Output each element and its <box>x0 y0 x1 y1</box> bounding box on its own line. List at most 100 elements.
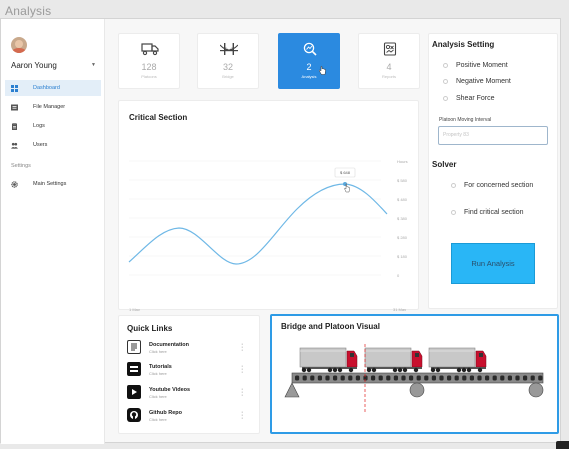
truck-window <box>479 353 483 357</box>
quick-link-title: Documentation <box>149 342 190 348</box>
deck-segment <box>424 375 429 381</box>
y-tick-label: 0 <box>397 273 400 278</box>
radio-button[interactable] <box>443 79 448 84</box>
stat-card-platoons[interactable]: 128 Platoons <box>118 33 180 89</box>
critical-section-chart: Hours $ 580 $ 480 $ 380 $ 280 $ 180 0 1 May 31 M… <box>128 159 408 311</box>
quick-link-youtube[interactable]: Youtube Videos Click here · · · <box>127 385 257 405</box>
y-tick-label: $ 380 <box>397 216 408 221</box>
deck-segment <box>317 375 322 381</box>
truck-wheel <box>366 367 372 373</box>
deck-segment <box>462 375 467 381</box>
deck-segment <box>348 375 353 381</box>
stat-label: Analysis <box>301 74 317 79</box>
radio-button[interactable] <box>451 210 456 215</box>
stat-value: 128 <box>141 62 157 72</box>
deck-segment <box>302 375 307 381</box>
sidebar-item-dashboard[interactable]: Dashboard <box>5 80 101 96</box>
y-tick-label: $ 280 <box>397 235 408 240</box>
quick-link-tutorials[interactable]: Tutorials Click here · · · <box>127 362 257 382</box>
stat-card-analysis[interactable]: 2 Analysis <box>278 33 340 89</box>
stat-value: 4 <box>386 62 392 72</box>
radio-button[interactable] <box>451 183 456 188</box>
sidebar-item-users[interactable]: Users <box>5 137 101 153</box>
users-icon <box>11 142 18 149</box>
dashboard-icon <box>11 84 18 92</box>
kebab-menu-icon[interactable]: · · · <box>241 386 243 399</box>
option-label: Negative Moment <box>456 78 511 85</box>
truck-wheel <box>402 367 408 373</box>
quick-link-subtitle: Click here <box>149 417 167 422</box>
stat-label: Platoons <box>141 74 157 79</box>
pin-support <box>284 382 300 398</box>
critical-section-card: Critical Section Hours $ 580 $ 480 $ 380 $ 2… <box>118 100 419 311</box>
resize-handle[interactable] <box>556 441 569 449</box>
interval-input[interactable]: Property 83 <box>438 126 548 145</box>
sidebar-item-main-settings[interactable]: Main Settings <box>5 176 101 192</box>
quick-link-documentation[interactable]: Documentation Click here · · · <box>127 340 257 360</box>
truck-wheel <box>466 367 472 373</box>
radio-button[interactable] <box>443 63 448 68</box>
truck-wheel <box>435 367 441 373</box>
truck-wheel <box>332 367 338 373</box>
user-name[interactable]: Aaron Young <box>11 61 57 70</box>
sidebar-item-file-manager[interactable]: File Manager <box>5 99 101 115</box>
chevron-down-icon[interactable]: ▼ <box>91 62 96 68</box>
gear-icon <box>11 180 18 188</box>
option-shear-force[interactable]: Shear Force <box>443 95 495 102</box>
deck-segment <box>439 375 444 381</box>
bridge-platoon-diagram <box>284 344 544 412</box>
kebab-menu-icon[interactable]: · · · <box>241 341 243 354</box>
logs-icon <box>11 122 18 130</box>
stat-label: Bridge <box>222 74 234 79</box>
y-tick-label: $ 480 <box>397 197 408 202</box>
option-label: For concerned section <box>464 182 534 189</box>
quick-link-title: Youtube Videos <box>149 387 191 393</box>
truck-wheel <box>413 367 419 373</box>
deck-segment <box>333 375 338 381</box>
interval-label: Platoon Moving Interval <box>439 117 492 123</box>
deck-segment <box>310 375 315 381</box>
kebab-menu-icon[interactable]: · · · <box>241 409 243 422</box>
avatar[interactable] <box>11 37 27 53</box>
quick-link-title: Github Repo <box>149 410 182 416</box>
tutorials-icon <box>127 362 141 376</box>
quick-links-title: Quick Links <box>127 324 173 333</box>
sidebar-item-logs[interactable]: Logs <box>5 118 101 134</box>
stat-card-reports[interactable]: 4 Reports <box>358 33 420 89</box>
sidebar-item-label: Main Settings <box>33 181 67 187</box>
quick-link-github[interactable]: Github Repo Click here · · · <box>127 408 257 428</box>
bridge-visual-card[interactable]: Bridge and Platoon Visual <box>270 314 559 434</box>
document-icon <box>127 340 141 354</box>
truck-window <box>415 353 419 357</box>
deck-segment <box>515 375 520 381</box>
truck-wheel <box>306 367 312 373</box>
deck-segment <box>530 375 535 381</box>
deck-segment <box>363 375 368 381</box>
critical-section-curve <box>128 183 388 265</box>
truck-wheel <box>327 367 333 373</box>
sidebar-item-label: Logs <box>33 123 45 129</box>
settings-section-label: Settings <box>11 163 31 169</box>
deck-segment <box>447 375 452 381</box>
sidebar-item-label: Users <box>33 142 48 148</box>
deck-segment <box>325 375 330 381</box>
option-find-critical-section[interactable]: Find critical section <box>451 209 524 216</box>
truck-wheel <box>337 367 343 373</box>
roller-support <box>409 382 425 398</box>
option-negative-moment[interactable]: Negative Moment <box>443 78 511 85</box>
run-analysis-button[interactable]: Run Analysis <box>451 243 535 284</box>
deck-segment <box>409 375 414 381</box>
truck-window <box>350 353 354 357</box>
truck-wheel <box>301 367 307 373</box>
kebab-menu-icon[interactable]: · · · <box>241 363 243 376</box>
option-label: Find critical section <box>464 209 524 216</box>
deck-segment <box>295 375 300 381</box>
solver-title: Solver <box>432 160 457 169</box>
truck-icon <box>141 43 159 56</box>
option-concerned-section[interactable]: For concerned section <box>451 182 533 189</box>
radio-button[interactable] <box>443 96 448 101</box>
analysis-setting-card: Analysis Setting Positive Moment Negativ… <box>428 33 558 309</box>
stat-card-bridge[interactable]: 32 Bridge <box>197 33 259 89</box>
option-positive-moment[interactable]: Positive Moment <box>443 62 508 69</box>
deck-segment <box>523 375 528 381</box>
